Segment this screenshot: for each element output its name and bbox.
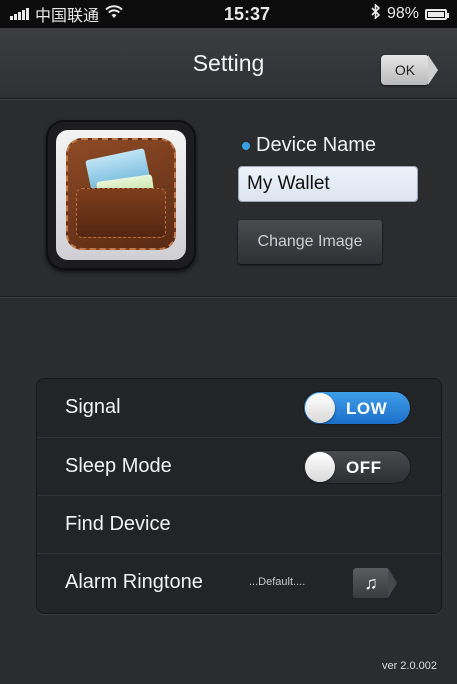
signal-toggle-text: LOW bbox=[346, 399, 388, 418]
music-note-icon[interactable]: ♫ bbox=[353, 568, 397, 598]
wallet-image bbox=[66, 138, 176, 250]
toggle-knob bbox=[305, 452, 335, 482]
device-name-input[interactable]: My Wallet bbox=[238, 166, 418, 202]
device-name-label-text: Device Name bbox=[256, 134, 377, 156]
find-device-label: Find Device bbox=[65, 513, 171, 535]
sleep-mode-toggle-text: OFF bbox=[346, 458, 382, 477]
device-info-panel: Device Name My Wallet Change Image bbox=[0, 100, 457, 297]
ok-button[interactable]: OK bbox=[381, 55, 438, 85]
sleep-mode-row: Sleep Mode OFF bbox=[37, 437, 441, 495]
alarm-ringtone-row: Alarm Ringtone ...Default.... ♫ bbox=[37, 553, 441, 611]
status-left: 中国联通 bbox=[10, 2, 123, 26]
signal-toggle[interactable]: LOW bbox=[303, 391, 411, 425]
carrier-name: 中国联通 bbox=[35, 8, 100, 25]
bullet-dot-icon bbox=[242, 141, 250, 150]
status-right: 98% bbox=[371, 3, 449, 24]
wallet-pocket-graphic bbox=[76, 188, 166, 238]
sleep-mode-label: Sleep Mode bbox=[65, 455, 172, 477]
battery-percent: 98% bbox=[386, 5, 419, 22]
signal-label: Signal bbox=[65, 396, 121, 418]
alarm-ringtone-label: Alarm Ringtone bbox=[65, 571, 203, 593]
wifi-icon bbox=[105, 4, 123, 24]
bluetooth-icon bbox=[371, 3, 381, 24]
device-image-background bbox=[56, 130, 186, 260]
battery-icon bbox=[425, 8, 449, 20]
device-name-label: Device Name bbox=[242, 134, 376, 157]
settings-group: Signal LOW Sleep Mode OFF Find Device Al… bbox=[36, 378, 442, 614]
find-device-row[interactable]: Find Device bbox=[37, 495, 441, 553]
change-image-button[interactable]: Change Image bbox=[238, 220, 382, 264]
status-time: 15:37 bbox=[223, 3, 271, 24]
device-image-frame[interactable] bbox=[46, 120, 196, 270]
cell-signal-icon bbox=[10, 8, 29, 20]
sleep-mode-toggle[interactable]: OFF bbox=[303, 450, 411, 484]
signal-row: Signal LOW bbox=[37, 379, 441, 437]
version-label: ver 2.0.002 bbox=[381, 660, 437, 672]
navigation-bar: Setting OK bbox=[0, 28, 457, 99]
alarm-ringtone-value: ...Default.... bbox=[249, 576, 306, 588]
toggle-knob bbox=[305, 393, 335, 423]
status-bar: 中国联通 15:37 98% bbox=[0, 0, 457, 28]
